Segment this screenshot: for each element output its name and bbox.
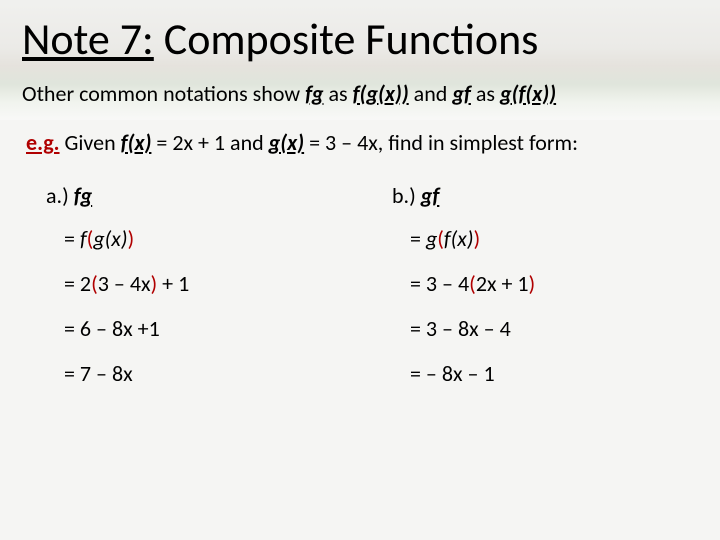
col-a-s1-f: f <box>80 225 87 252</box>
intro-line: Other common notations show fg as f(g(x)… <box>22 80 698 107</box>
col-a-s2-in: 3 – 4x <box>98 270 151 297</box>
col-b-head-prefix: b.) <box>392 182 421 209</box>
col-a-s3: = 6 – 8x +1 <box>64 315 160 342</box>
example-line: e.g. Given f(x) = 2x + 1 and g(x) = 3 – … <box>26 129 698 156</box>
slide-title: Note 7: Composite Functions <box>22 12 698 66</box>
col-a-s1-close: ) <box>128 225 135 252</box>
col-b-s1-g: g <box>426 225 437 252</box>
col-a-s2-open: ( <box>91 270 98 297</box>
col-b-s2-open: ( <box>469 270 476 297</box>
eg-label: e.g. <box>26 129 60 156</box>
col-a-step-3: = 6 – 8x +1 <box>64 315 352 342</box>
col-b-s2-in: 2x + 1 <box>476 270 529 297</box>
column-b: b.) gf = g(f(x)) = 3 – 4(2x + 1) = 3 – 8… <box>392 182 698 405</box>
intro-fg: fg <box>305 80 323 107</box>
col-a-step-2: = 2(3 – 4x) + 1 <box>64 270 352 297</box>
eg-fx: f(x) <box>121 129 152 156</box>
col-b-s1-close: ) <box>474 225 481 252</box>
col-a-step-4: = 7 – 8x <box>64 360 352 387</box>
col-a-head-prefix: a.) <box>46 182 74 209</box>
intro-text-1: Other common notations show <box>22 80 305 107</box>
intro-text-3: and <box>409 80 453 107</box>
column-a: a.) fg = f(g(x)) = 2(3 – 4x) + 1 = 6 – 8… <box>46 182 352 405</box>
eg-text-3: = 3 – 4x, find in simplest form: <box>304 129 578 156</box>
col-b-s1-open: ( <box>437 225 444 252</box>
col-a-s2-post: + 1 <box>157 270 189 297</box>
col-a-s2-pre: = 2 <box>64 270 91 297</box>
col-b-s2-close: ) <box>529 270 536 297</box>
slide-content: Note 7: Composite Functions Other common… <box>0 0 720 405</box>
col-a-s4: = 7 – 8x <box>64 360 133 387</box>
col-a-s1-g: g(x) <box>93 225 127 252</box>
intro-gf: gf <box>452 80 471 107</box>
col-a-step-1: = f(g(x)) <box>64 225 352 252</box>
intro-gfx: g(f(x)) <box>500 80 556 107</box>
col-b-step-2: = 3 – 4(2x + 1) <box>410 270 698 297</box>
intro-text-2: as <box>324 80 353 107</box>
problems-row: a.) fg = f(g(x)) = 2(3 – 4x) + 1 = 6 – 8… <box>22 182 698 405</box>
eg-gx: g(x) <box>269 129 304 156</box>
col-b-step-1: = g(f(x)) <box>410 225 698 252</box>
eg-text-2: = 2x + 1 and <box>151 129 268 156</box>
col-b-step-3: = 3 – 8x – 4 <box>410 315 698 342</box>
col-b-s4: = – 8x – 1 <box>410 360 495 387</box>
col-a-head: a.) fg <box>46 182 352 209</box>
eg-text-1: Given <box>60 129 121 156</box>
col-b-s1-f: f(x) <box>444 225 474 252</box>
title-prefix: Note 7: <box>22 12 154 66</box>
intro-text-4: as <box>471 80 500 107</box>
col-a-s1-eq: = <box>64 225 80 252</box>
col-b-s1-eq: = <box>410 225 426 252</box>
col-a-head-fn: fg <box>74 182 92 209</box>
col-b-s3: = 3 – 8x – 4 <box>410 315 511 342</box>
col-b-step-4: = – 8x – 1 <box>410 360 698 387</box>
title-rest: Composite Functions <box>154 12 539 66</box>
intro-fgx: f(g(x)) <box>353 80 409 107</box>
col-b-head: b.) gf <box>392 182 698 209</box>
col-b-s2-pre: = 3 – 4 <box>410 270 469 297</box>
col-b-head-fn: gf <box>421 182 440 209</box>
